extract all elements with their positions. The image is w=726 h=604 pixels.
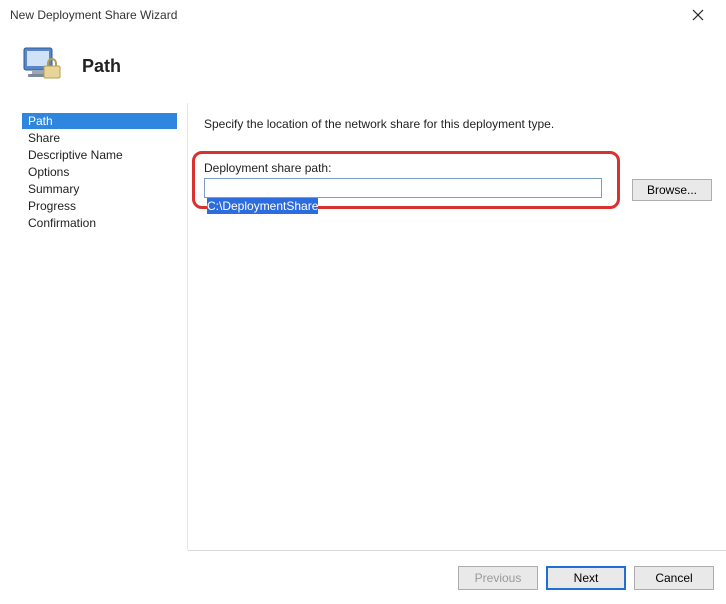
close-icon [692, 9, 704, 21]
step-descriptive-name[interactable]: Descriptive Name [22, 147, 177, 163]
cancel-button[interactable]: Cancel [634, 566, 714, 590]
page-title: Path [82, 56, 121, 77]
wizard-icon [18, 42, 66, 90]
step-summary[interactable]: Summary [22, 181, 177, 197]
wizard-content: Specify the location of the network shar… [188, 103, 726, 550]
previous-button[interactable]: Previous [458, 566, 538, 590]
step-share[interactable]: Share [22, 130, 177, 146]
wizard-footer: Previous Next Cancel [188, 550, 726, 604]
step-label: Descriptive Name [28, 148, 123, 162]
step-label: Share [28, 131, 60, 145]
wizard-steps-sidebar: Path Share Descriptive Name Options Summ… [0, 103, 188, 550]
next-button[interactable]: Next [546, 566, 626, 590]
path-field-label: Deployment share path: [204, 161, 712, 175]
wizard-body: Path Share Descriptive Name Options Summ… [0, 102, 726, 550]
step-path[interactable]: Path [22, 113, 177, 129]
path-input-selection: C:\DeploymentShare [207, 198, 318, 214]
wizard-window: New Deployment Share Wizard Path Path Sh… [0, 0, 726, 604]
step-label: Progress [28, 199, 76, 213]
step-progress[interactable]: Progress [22, 198, 177, 214]
instruction-text: Specify the location of the network shar… [204, 117, 712, 131]
close-button[interactable] [678, 1, 718, 29]
wizard-header: Path [0, 30, 726, 102]
step-label: Confirmation [28, 216, 96, 230]
step-label: Options [28, 165, 69, 179]
path-field-group: Deployment share path: C:\DeploymentShar… [204, 161, 712, 198]
step-options[interactable]: Options [22, 164, 177, 180]
browse-button[interactable]: Browse... [632, 179, 712, 201]
titlebar: New Deployment Share Wizard [0, 0, 726, 30]
deployment-share-path-input[interactable] [204, 178, 602, 198]
step-confirmation[interactable]: Confirmation [22, 215, 177, 231]
window-title: New Deployment Share Wizard [10, 8, 678, 22]
computer-share-icon [18, 42, 66, 90]
step-label: Path [28, 114, 53, 128]
step-label: Summary [28, 182, 79, 196]
